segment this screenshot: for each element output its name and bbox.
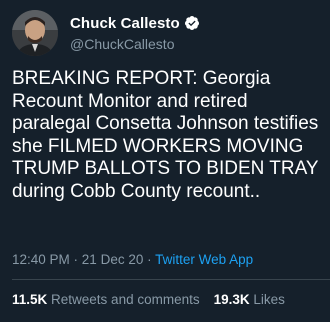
- tweet-source-link[interactable]: Twitter Web App: [155, 252, 253, 267]
- author-names: Chuck Callesto @ChuckCallesto: [70, 14, 200, 52]
- tweet-card: Chuck Callesto @ChuckCallesto BREAKING R…: [0, 0, 330, 322]
- retweets-stat[interactable]: 11.5K Retweets and comments: [12, 292, 200, 307]
- tweet-meta: 12:40 PM · 21 Dec 20 · Twitter Web App: [12, 252, 253, 267]
- tweet-stats: 11.5K Retweets and comments 19.3K Likes: [12, 292, 285, 307]
- verified-badge-icon: [184, 15, 200, 31]
- retweets-count: 11.5K: [12, 292, 48, 307]
- profile-photo-icon: [12, 10, 58, 56]
- avatar[interactable]: [12, 10, 58, 56]
- display-name[interactable]: Chuck Callesto: [70, 15, 180, 32]
- likes-label: Likes: [249, 292, 285, 307]
- divider: [12, 279, 330, 280]
- tweet-text: BREAKING REPORT: Georgia Recount Monitor…: [12, 68, 319, 202]
- user-handle[interactable]: @ChuckCallesto: [70, 36, 200, 52]
- meta-separator: ·: [143, 252, 156, 267]
- meta-separator: ·: [69, 252, 82, 267]
- tweet-time[interactable]: 12:40 PM: [12, 252, 70, 267]
- likes-stat[interactable]: 19.3K Likes: [214, 292, 285, 307]
- tweet-date[interactable]: 21 Dec 20: [82, 252, 144, 267]
- name-row: Chuck Callesto: [70, 14, 200, 32]
- tweet-header: Chuck Callesto @ChuckCallesto: [12, 10, 200, 56]
- retweets-label: Retweets and comments: [47, 292, 200, 307]
- likes-count: 19.3K: [213, 292, 250, 307]
